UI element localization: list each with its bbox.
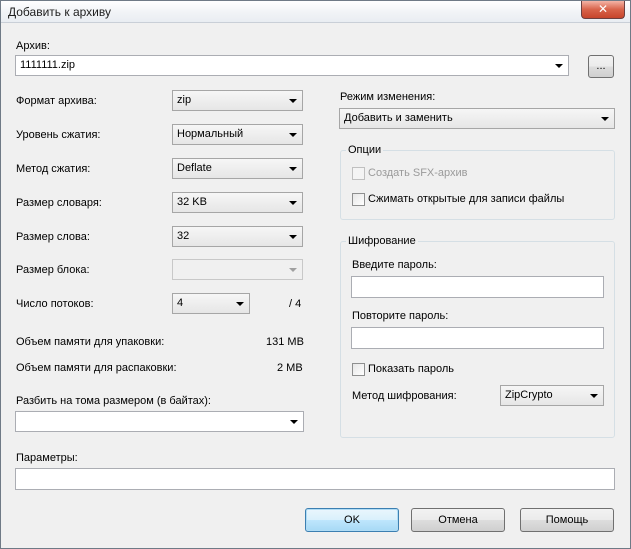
chevron-down-icon (289, 167, 297, 171)
update-mode-value: Добавить и заменить (344, 112, 453, 124)
browse-button-label: ... (596, 60, 606, 72)
encryption-group-title: Шифрование (346, 235, 418, 247)
create-sfx-checkbox[interactable] (352, 167, 365, 180)
add-to-archive-dialog: Добавить к архиву ✕ Архив: 1111111.zip .… (0, 0, 631, 549)
chevron-down-icon (290, 420, 298, 424)
memory-unpack-label: Объем памяти для распаковки: (16, 362, 177, 374)
browse-button[interactable]: ... (588, 55, 614, 78)
chevron-down-icon (601, 117, 609, 121)
chevron-down-icon (289, 99, 297, 103)
chevron-down-icon (555, 64, 563, 68)
compression-level-select[interactable]: Нормальный (172, 124, 303, 145)
memory-pack-label: Объем памяти для упаковки: (16, 336, 165, 348)
threads-max: / 4 (289, 298, 302, 310)
threads-value: 4 (177, 297, 184, 309)
title-bar: Добавить к архиву ✕ (1, 1, 630, 23)
encryption-method-label: Метод шифрования: (352, 390, 457, 402)
compression-method-label: Метод сжатия: (16, 163, 91, 175)
block-size-label: Размер блока: (16, 264, 90, 276)
chevron-down-icon (289, 201, 297, 205)
archive-label: Архив: (16, 40, 50, 52)
parameters-input[interactable] (15, 468, 615, 490)
parameters-label: Параметры: (16, 452, 78, 464)
compress-open-files-label: Сжимать открытые для записи файлы (368, 193, 565, 205)
dictionary-size-label: Размер словаря: (16, 197, 102, 209)
compression-method-value: Deflate (177, 162, 212, 174)
update-mode-label: Режим изменения: (340, 91, 436, 103)
format-value: zip (177, 94, 192, 106)
cancel-button[interactable]: Отмена (411, 508, 505, 532)
dictionary-size-value: 32 KB (177, 196, 207, 208)
repeat-password-input[interactable] (351, 327, 604, 349)
repeat-password-label: Повторите пароль: (352, 310, 449, 322)
encryption-method-value: ZipCrypto (505, 389, 553, 401)
window-title: Добавить к архиву (8, 5, 111, 19)
chevron-down-icon (590, 394, 598, 398)
archive-path-combo[interactable]: 1111111.zip (15, 55, 569, 76)
chevron-down-icon (289, 133, 297, 137)
block-size-select[interactable] (172, 259, 303, 280)
help-button[interactable]: Помощь (520, 508, 614, 532)
compress-open-files-checkbox[interactable] (352, 193, 365, 206)
close-button[interactable]: ✕ (581, 1, 625, 19)
memory-unpack-value: 2 MB (277, 362, 303, 374)
chevron-down-icon (289, 235, 297, 239)
archive-path-value: 1111111.zip (20, 59, 76, 71)
compression-method-select[interactable]: Deflate (172, 158, 303, 179)
ok-button[interactable]: OK (305, 508, 399, 532)
password-input[interactable] (351, 276, 604, 298)
chevron-down-icon (289, 268, 297, 272)
help-button-label: Помощь (545, 514, 589, 526)
format-select[interactable]: zip (172, 90, 303, 111)
password-label: Введите пароль: (352, 259, 437, 271)
compression-level-value: Нормальный (177, 128, 244, 140)
show-password-checkbox[interactable] (352, 363, 365, 376)
threads-select[interactable]: 4 (172, 293, 250, 314)
memory-pack-value: 131 MB (266, 336, 304, 348)
word-size-label: Размер слова: (16, 231, 90, 243)
encryption-method-select[interactable]: ZipCrypto (500, 385, 604, 406)
ok-button-label: OK (344, 514, 360, 526)
split-volumes-combo[interactable] (15, 411, 304, 432)
format-label: Формат архива: (16, 95, 97, 107)
word-size-value: 32 (177, 230, 190, 242)
compression-level-label: Уровень сжатия: (16, 129, 101, 141)
threads-label: Число потоков: (16, 298, 94, 310)
cancel-button-label: Отмена (438, 514, 478, 526)
show-password-label: Показать пароль (368, 363, 455, 375)
dictionary-size-select[interactable]: 32 KB (172, 192, 303, 213)
create-sfx-label: Создать SFX-архив (368, 167, 468, 179)
close-icon: ✕ (597, 2, 609, 16)
word-size-select[interactable]: 32 (172, 226, 303, 247)
options-group (340, 150, 615, 220)
update-mode-select[interactable]: Добавить и заменить (339, 108, 615, 129)
split-volumes-label: Разбить на тома размером (в байтах): (16, 395, 211, 407)
options-group-title: Опции (346, 144, 384, 156)
chevron-down-icon (236, 302, 244, 306)
